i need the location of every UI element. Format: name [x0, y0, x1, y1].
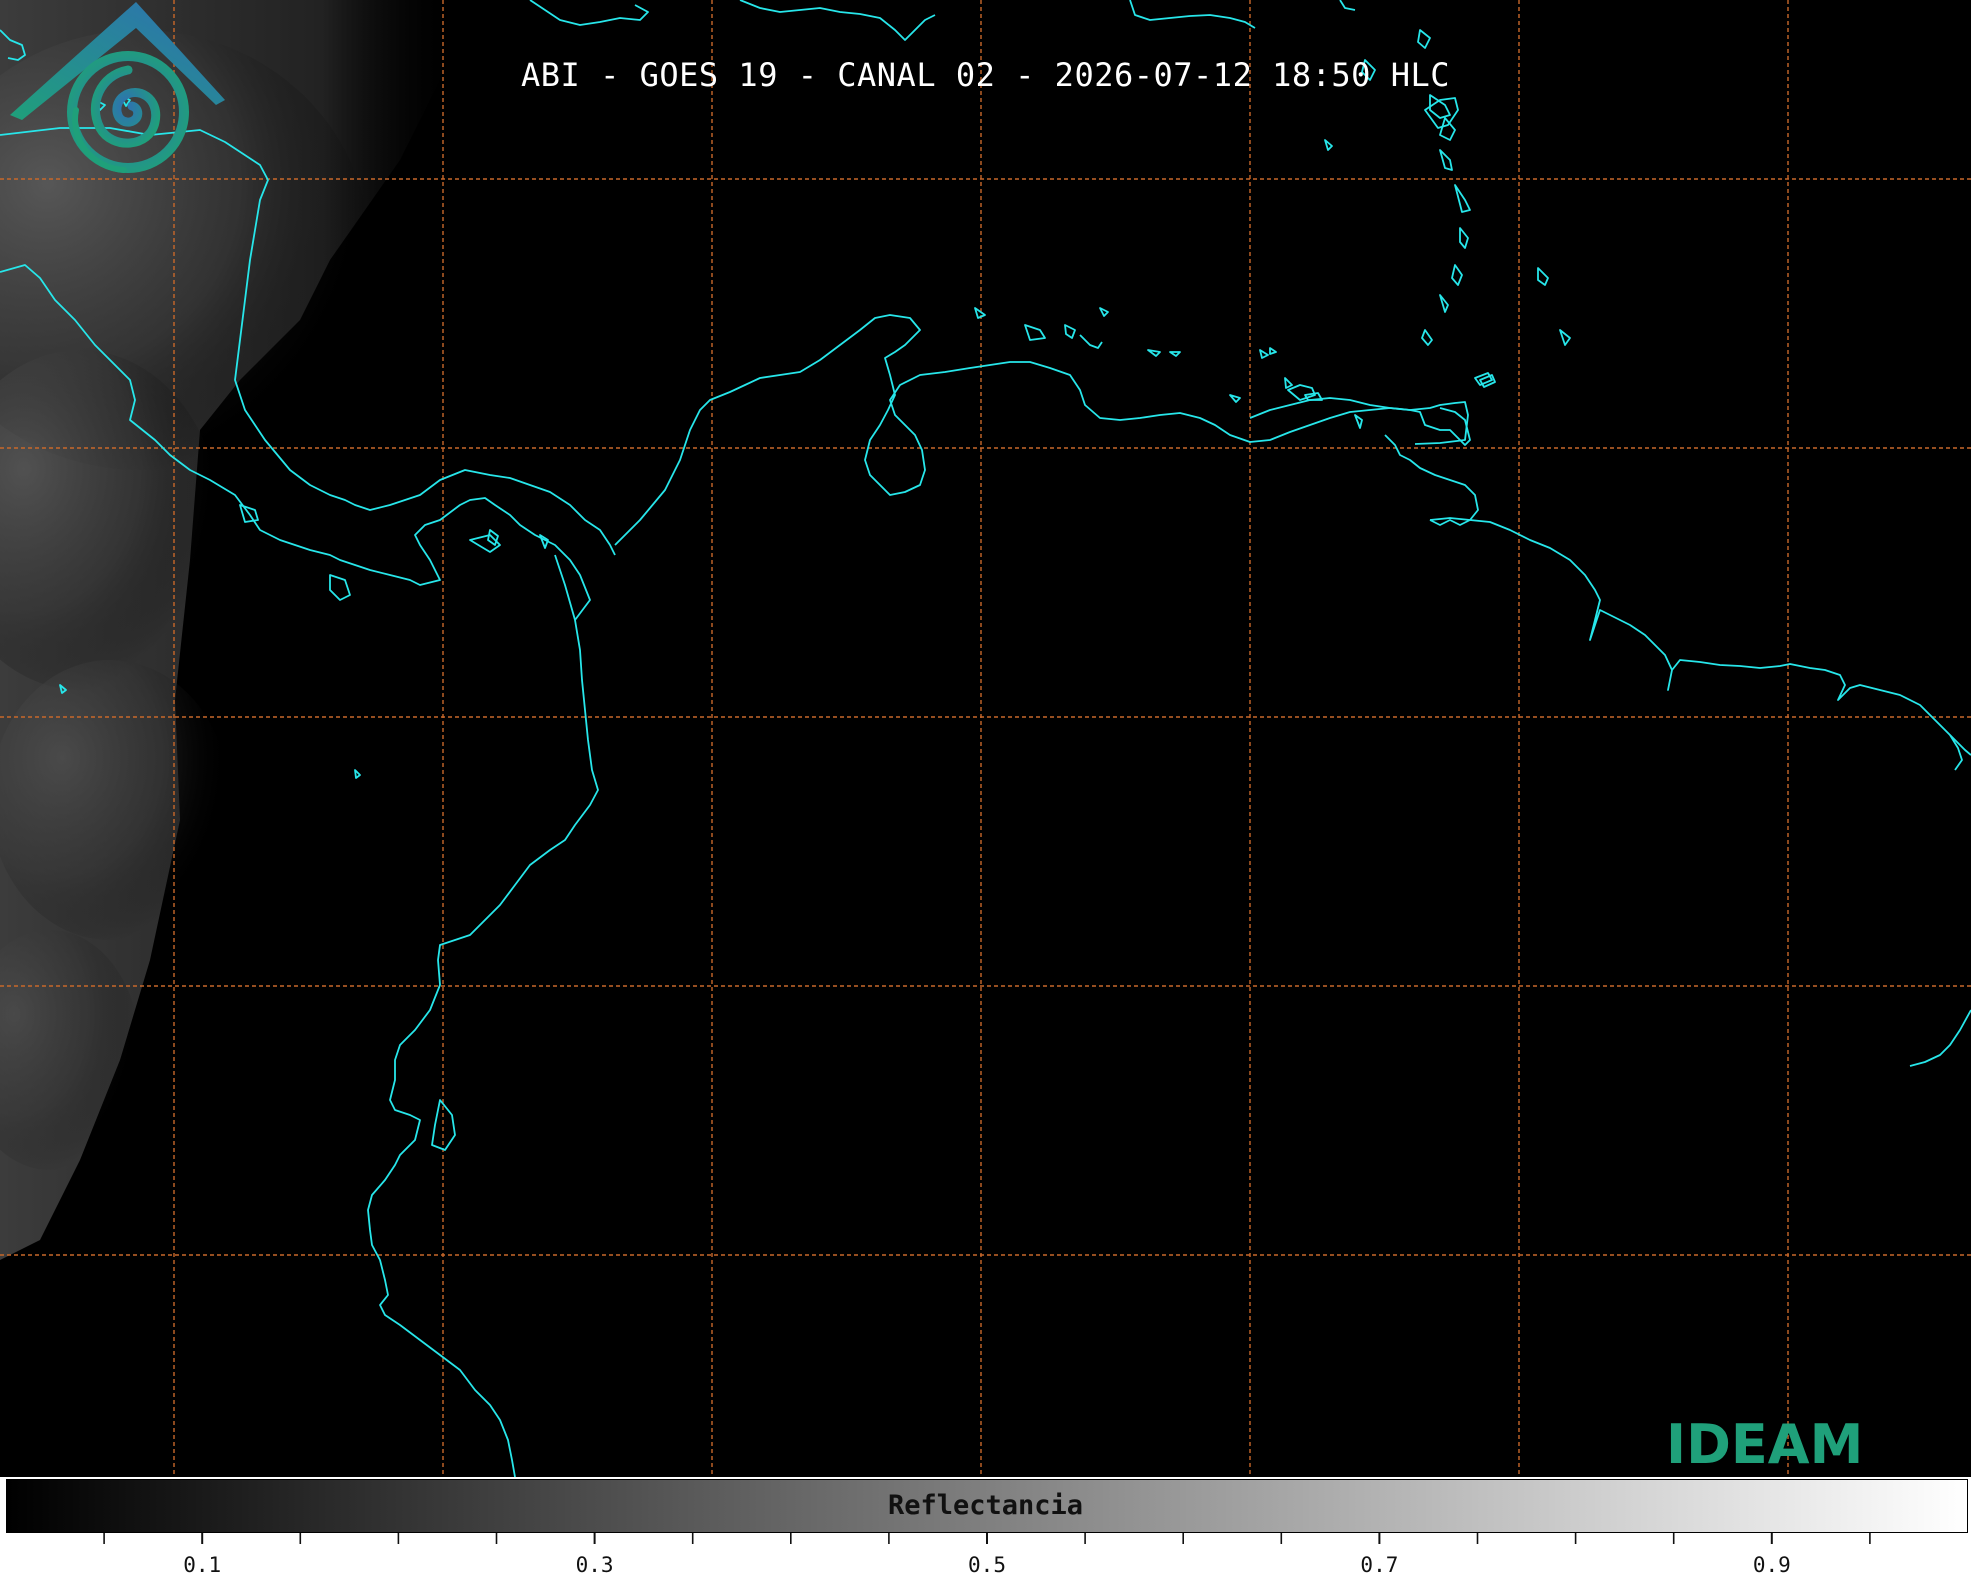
colorbar-tick-label: 0.3 — [575, 1553, 614, 1577]
ideam-logo-icon — [10, 2, 225, 173]
colorbar-label: Reflectancia — [887, 1490, 1084, 1521]
colorbar-tick-label: 0.5 — [968, 1553, 1006, 1577]
ideam-logo-text: IDEAM — [1666, 1413, 1864, 1476]
map-title: ABI - GOES 19 - CANAL 02 - 2026-07-12 18… — [521, 56, 1450, 94]
colorbar-tick-label: 0.9 — [1752, 1553, 1791, 1577]
satellite-map: ABI - GOES 19 - CANAL 02 - 2026-07-12 18… — [0, 0, 1971, 1477]
map-canvas — [0, 0, 1971, 1477]
colorbar-tick-label: 0.1 — [183, 1553, 222, 1577]
colorbar-tick-label: 0.7 — [1360, 1553, 1399, 1577]
